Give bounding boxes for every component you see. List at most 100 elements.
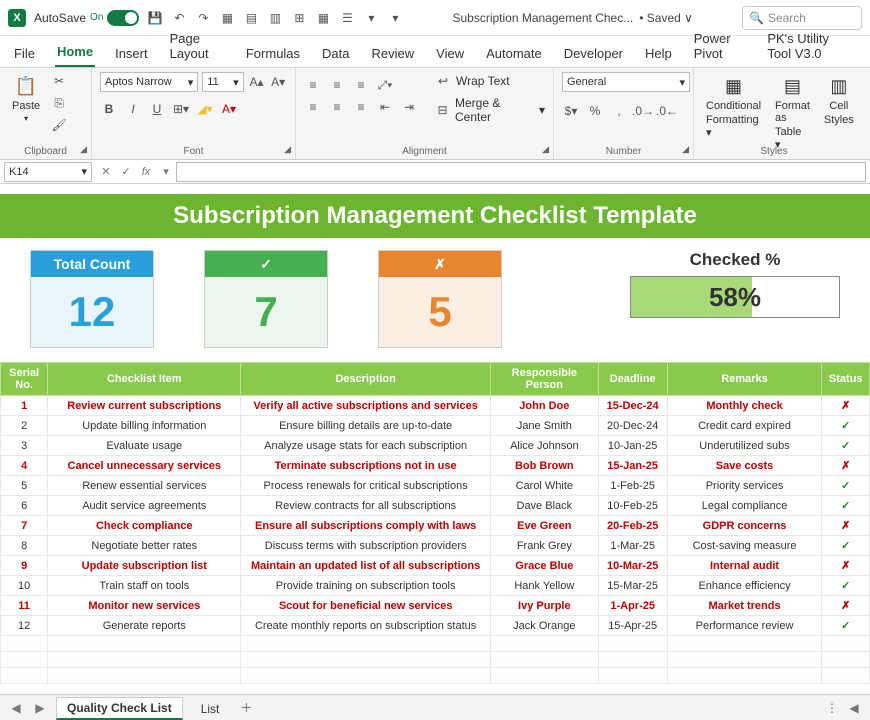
table-cell[interactable]: Generate reports <box>48 616 241 636</box>
align-center-icon[interactable]: ≡ <box>328 98 346 116</box>
table-cell[interactable] <box>241 636 491 652</box>
undo-icon[interactable]: ↶ <box>171 10 187 26</box>
table-cell[interactable]: Hank Yellow <box>490 576 598 596</box>
table-cell[interactable]: Review contracts for all subscriptions <box>241 496 491 516</box>
table-header[interactable]: Status <box>822 363 870 396</box>
table-cell[interactable]: 20-Dec-24 <box>598 416 667 436</box>
sheet-tab-list[interactable]: List <box>191 699 230 719</box>
format-painter-icon[interactable]: 🖌 <box>50 116 68 134</box>
autosave-switch-icon[interactable] <box>107 10 139 26</box>
table-cell[interactable] <box>241 652 491 668</box>
copy-icon[interactable]: ⎘ <box>50 94 68 112</box>
table-row[interactable]: 1Review current subscriptionsVerify all … <box>1 396 870 416</box>
table-cell[interactable]: 1 <box>1 396 48 416</box>
table-cell[interactable]: Internal audit <box>667 556 822 576</box>
status-cell[interactable]: ✗ <box>822 596 870 616</box>
fill-color-icon[interactable]: ◢▾ <box>196 100 214 118</box>
table-cell[interactable]: Dave Black <box>490 496 598 516</box>
search-input[interactable]: 🔍 Search <box>742 6 862 30</box>
table-cell[interactable]: Ensure billing details are up-to-date <box>241 416 491 436</box>
ribbon-tab-page-layout[interactable]: Page Layout <box>168 27 226 67</box>
table-cell[interactable]: 10-Mar-25 <box>598 556 667 576</box>
bold-button[interactable]: B <box>100 100 118 118</box>
table-cell[interactable]: Create monthly reports on subscription s… <box>241 616 491 636</box>
conditional-formatting-button[interactable]: ▦ Conditional Formatting ▾ <box>702 72 765 141</box>
table-cell[interactable]: GDPR concerns <box>667 516 822 536</box>
status-cell[interactable]: ✓ <box>822 576 870 596</box>
table-cell[interactable]: 2 <box>1 416 48 436</box>
table-cell[interactable]: Jack Orange <box>490 616 598 636</box>
table-header[interactable]: Checklist Item <box>48 363 241 396</box>
decrease-font-icon[interactable]: A▾ <box>269 73 287 91</box>
table-cell[interactable]: Renew essential services <box>48 476 241 496</box>
italic-button[interactable]: I <box>124 100 142 118</box>
table-header[interactable]: Serial No. <box>1 363 48 396</box>
table-cell[interactable] <box>667 652 822 668</box>
table-cell[interactable]: Save costs <box>667 456 822 476</box>
table-cell[interactable] <box>667 636 822 652</box>
table-row-empty[interactable] <box>1 636 870 652</box>
underline-button[interactable]: U <box>148 100 166 118</box>
table-cell[interactable] <box>598 636 667 652</box>
table-cell[interactable]: Carol White <box>490 476 598 496</box>
font-name-select[interactable]: Aptos Narrow▾ <box>100 72 198 92</box>
comma-icon[interactable]: , <box>610 102 628 120</box>
table-cell[interactable]: Jane Smith <box>490 416 598 436</box>
table-cell[interactable]: Priority services <box>667 476 822 496</box>
table-cell[interactable]: Underutilized subs <box>667 436 822 456</box>
table-row[interactable]: 10Train staff on toolsProvide training o… <box>1 576 870 596</box>
align-left-icon[interactable]: ≡ <box>304 98 322 116</box>
table-row[interactable]: 8Negotiate better ratesDiscuss terms wit… <box>1 536 870 556</box>
table-cell[interactable]: Negotiate better rates <box>48 536 241 556</box>
table-row[interactable]: 7Check complianceEnsure all subscription… <box>1 516 870 536</box>
table-cell[interactable]: 10-Feb-25 <box>598 496 667 516</box>
table-row[interactable]: 12Generate reportsCreate monthly reports… <box>1 616 870 636</box>
table-cell[interactable]: Monthly check <box>667 396 822 416</box>
qat-icon-4[interactable]: ⊞ <box>291 10 307 26</box>
table-cell[interactable]: Frank Grey <box>490 536 598 556</box>
format-as-table-button[interactable]: ▤ Format as Table ▾ <box>771 72 814 153</box>
table-cell[interactable]: 1-Mar-25 <box>598 536 667 556</box>
ribbon-tab-review[interactable]: Review <box>370 42 417 67</box>
table-cell[interactable]: John Doe <box>490 396 598 416</box>
table-cell[interactable] <box>48 636 241 652</box>
align-top-icon[interactable]: ≡ <box>304 76 322 94</box>
font-size-select[interactable]: 11▾ <box>202 72 243 92</box>
status-cell[interactable]: ✓ <box>822 476 870 496</box>
table-cell[interactable] <box>822 636 870 652</box>
qat-icon-3[interactable]: ▥ <box>267 10 283 26</box>
sheet-nav-next-icon[interactable]: ▶ <box>32 700 48 716</box>
qat-icon-2[interactable]: ▤ <box>243 10 259 26</box>
save-icon[interactable]: 💾 <box>147 10 163 26</box>
table-cell[interactable]: 15-Apr-25 <box>598 616 667 636</box>
percent-icon[interactable]: % <box>586 102 604 120</box>
table-cell[interactable]: Scout for beneficial new services <box>241 596 491 616</box>
status-cell[interactable]: ✓ <box>822 436 870 456</box>
table-cell[interactable]: 10 <box>1 576 48 596</box>
table-cell[interactable]: Enhance efficiency <box>667 576 822 596</box>
ribbon-tab-file[interactable]: File <box>12 42 37 67</box>
enter-formula-icon[interactable]: ✓ <box>118 164 134 180</box>
table-cell[interactable]: 1-Feb-25 <box>598 476 667 496</box>
worksheet[interactable]: Subscription Management Checklist Templa… <box>0 184 870 684</box>
table-cell[interactable]: Update billing information <box>48 416 241 436</box>
dialog-launcher-icon[interactable]: ◢ <box>80 144 87 155</box>
align-right-icon[interactable]: ≡ <box>352 98 370 116</box>
formula-bar[interactable] <box>176 162 866 182</box>
table-cell[interactable]: Maintain an updated list of all subscrip… <box>241 556 491 576</box>
currency-icon[interactable]: $▾ <box>562 102 580 120</box>
table-cell[interactable] <box>490 636 598 652</box>
ribbon-tab-pk-s-utility-tool-v3-0[interactable]: PK's Utility Tool V3.0 <box>765 27 858 67</box>
redo-icon[interactable]: ↷ <box>195 10 211 26</box>
table-cell[interactable] <box>48 668 241 684</box>
sheet-nav-prev-icon[interactable]: ◀ <box>8 700 24 716</box>
table-cell[interactable]: 8 <box>1 536 48 556</box>
table-cell[interactable]: Review current subscriptions <box>48 396 241 416</box>
table-cell[interactable]: Grace Blue <box>490 556 598 576</box>
table-row[interactable]: 2Update billing informationEnsure billin… <box>1 416 870 436</box>
ribbon-tab-insert[interactable]: Insert <box>113 42 150 67</box>
table-cell[interactable] <box>1 652 48 668</box>
table-cell[interactable] <box>1 668 48 684</box>
dialog-launcher-icon[interactable]: ◢ <box>284 144 291 155</box>
number-format-select[interactable]: General▾ <box>562 72 690 92</box>
